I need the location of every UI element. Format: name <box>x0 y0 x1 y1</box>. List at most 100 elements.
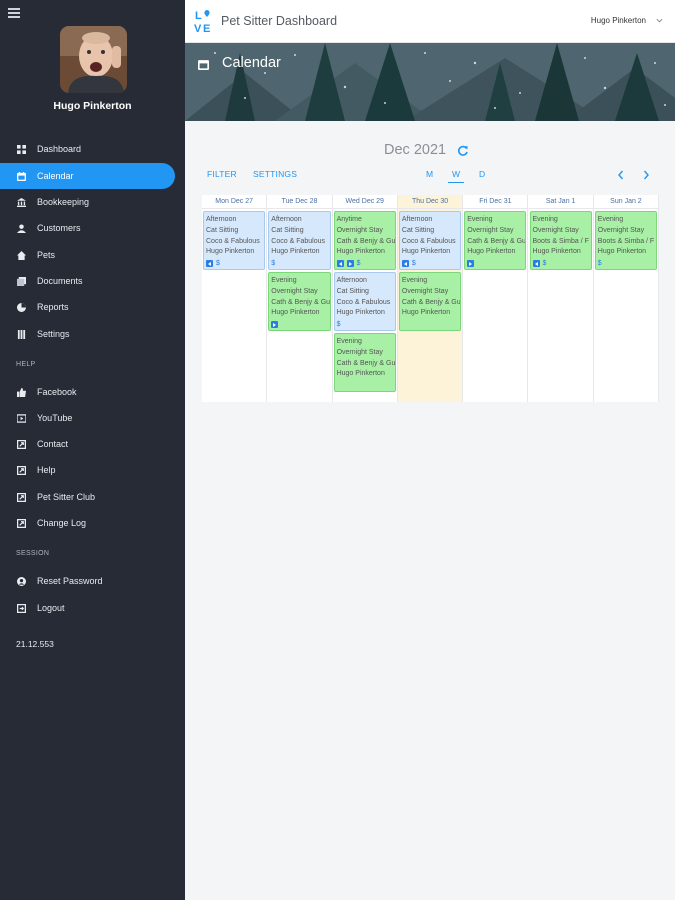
chevron-down-icon <box>656 18 663 23</box>
sidebar-item-youtube[interactable]: YouTube <box>0 405 175 431</box>
event-time: Evening <box>467 216 493 223</box>
payment-icon: $ <box>542 259 547 267</box>
check-in-icon[interactable] <box>271 321 279 329</box>
view-day-button[interactable]: D <box>479 169 485 179</box>
sidebar-item-change-log[interactable]: Change Log <box>0 510 175 536</box>
sidebar-item-documents[interactable]: Documents <box>0 268 175 294</box>
event-pets: Coco & Fabulous <box>206 237 260 245</box>
app-version: 21.12.553 <box>16 639 54 649</box>
page-title: Calendar <box>222 55 281 71</box>
event-time: Afternoon <box>336 277 367 284</box>
help-section-label: HELP <box>16 361 36 368</box>
refresh-icon[interactable] <box>457 145 469 157</box>
hamburger-menu-icon[interactable] <box>8 8 20 18</box>
user-menu[interactable]: Hugo Pinkerton <box>591 16 663 25</box>
event-icons: $ <box>337 320 393 329</box>
calendar-event[interactable]: Anytime Overnight Stay Cath & Benjy & Gu Hu… <box>333 211 396 270</box>
sliders-icon <box>16 329 26 339</box>
view-week-button[interactable]: W <box>448 169 465 183</box>
calendar-event[interactable]: Afternoon Cat Sitting Coco & Fabulous Hugo … <box>268 211 331 270</box>
day-column[interactable]: Tue Dec 28 Afternoon Cat Sitting Coco & Fab… <box>267 195 333 402</box>
page-banner: Calendar <box>185 43 675 121</box>
sidebar-item-settings[interactable]: Settings <box>0 321 175 347</box>
day-column[interactable]: Fri Dec 31 Evening Overnight Stay Cath & Be… <box>463 195 529 402</box>
sidebar-item-dashboard[interactable]: Dashboard <box>0 136 175 162</box>
next-week-icon[interactable] <box>641 169 651 181</box>
event-sitter: Hugo Pinkerton <box>336 248 385 256</box>
sidebar-item-pets[interactable]: Pets <box>0 242 175 268</box>
day-column[interactable]: Thu Dec 30 Afternoon Cat Sitting Coco & Fab… <box>397 195 464 402</box>
day-column[interactable]: Sun Jan 2 Evening Overnight Stay Boots & Si… <box>593 195 660 402</box>
avatar[interactable] <box>60 26 127 93</box>
calendar-event[interactable]: Evening Overnight Stay Cath & Benjy & Gu Hu… <box>268 272 331 331</box>
day-column[interactable]: Mon Dec 27 Afternoon Cat Sitting Coco & Fab… <box>202 195 268 402</box>
sidebar-item-reports[interactable]: Reports <box>0 294 175 320</box>
sidebar-item-label: Bookkeeping <box>37 197 90 207</box>
sidebar-item-calendar[interactable]: Calendar <box>0 163 175 189</box>
view-month-button[interactable]: M <box>426 169 433 179</box>
check-out-icon[interactable] <box>401 260 409 268</box>
event-pets: Coco & Fabulous <box>336 298 391 306</box>
calendar-event[interactable]: Afternoon Cat Sitting Coco & Fabulous Hugo … <box>398 211 462 270</box>
sidebar-item-label: Help <box>37 465 56 475</box>
sidebar-item-pet-sitter-club[interactable]: Pet Sitter Club <box>0 484 175 510</box>
event-pets: Cath & Benjy & Gu <box>336 359 396 367</box>
sidebar-item-help[interactable]: Help <box>0 457 175 483</box>
check-out-icon[interactable] <box>206 260 213 268</box>
sidebar-item-label: Dashboard <box>37 144 82 154</box>
thumbs-up-icon <box>16 387 26 397</box>
event-pets: Boots & Simba / F <box>532 237 589 245</box>
sidebar-item-reset-password[interactable]: Reset Password <box>0 568 175 594</box>
calendar-event[interactable]: Evening Overnight Stay Boots & Simba / F Hu… <box>594 211 658 270</box>
bank-icon <box>16 197 26 207</box>
filter-button[interactable]: FILTER <box>207 169 237 179</box>
check-in-icon[interactable] <box>467 260 475 268</box>
app-logo[interactable]: L V E <box>194 8 213 35</box>
sidebar-item-label: Reports <box>37 302 69 312</box>
check-out-icon[interactable] <box>336 260 344 268</box>
calendar-event[interactable]: Afternoon Cat Sitting Coco & Fabulous Hugo … <box>203 211 266 270</box>
event-service: Overnight Stay <box>336 226 383 234</box>
event-time: Evening <box>597 216 624 223</box>
event-time: Evening <box>532 216 558 223</box>
day-header: Fri Dec 31 <box>463 195 528 209</box>
event-icons: $ <box>336 259 393 268</box>
event-sitter: Hugo Pinkerton <box>271 248 320 256</box>
user-menu-name: Hugo Pinkerton <box>590 16 646 25</box>
day-column[interactable]: Wed Dec 29 Anytime Overnight Stay Cath & Be… <box>332 195 398 402</box>
house-icon <box>16 250 26 260</box>
event-time: Afternoon <box>271 216 302 223</box>
sidebar-item-logout[interactable]: Logout <box>0 595 175 621</box>
event-sitter: Hugo Pinkerton <box>271 309 320 317</box>
calendar-event[interactable]: Afternoon Cat Sitting Coco & Fabulous Hugo … <box>333 272 396 331</box>
sidebar: Hugo Pinkerton Dashboard Calendar Bookke… <box>0 0 185 900</box>
calendar-icon <box>198 60 209 70</box>
event-pets: Cath & Benjy & Gu <box>467 237 526 245</box>
settings-button[interactable]: SETTINGS <box>253 169 297 179</box>
event-sitter: Hugo Pinkerton <box>401 309 451 317</box>
calendar-event[interactable]: Evening Overnight Stay Cath & Benjy & Gu Hu… <box>398 272 462 331</box>
check-in-icon[interactable] <box>346 260 354 268</box>
person-icon <box>16 223 26 233</box>
calendar-event[interactable]: Evening Overnight Stay Cath & Benjy & Gu Hu… <box>333 333 396 392</box>
svg-text:L: L <box>195 10 202 22</box>
event-service: Overnight Stay <box>597 226 645 234</box>
sidebar-item-label: Reset Password <box>37 576 103 586</box>
event-time: Anytime <box>336 216 362 223</box>
sidebar-item-contact[interactable]: Contact <box>0 431 175 457</box>
event-pets: Coco & Fabulous <box>271 237 325 245</box>
chart-icon <box>16 302 26 312</box>
payment-icon: $ <box>356 259 361 267</box>
day-column[interactable]: Sat Jan 1 Evening Overnight Stay Boots & Si… <box>528 195 594 402</box>
previous-week-icon[interactable] <box>616 169 626 181</box>
check-out-icon[interactable] <box>532 260 540 268</box>
day-header: Thu Dec 30 <box>397 195 463 209</box>
sidebar-item-facebook[interactable]: Facebook <box>0 379 175 405</box>
calendar-event[interactable]: Evening Overnight Stay Cath & Benjy & Gu Hu… <box>464 211 527 270</box>
top-bar: L V E Pet Sitter Dashboard Hugo Pinkerto… <box>185 0 675 43</box>
sidebar-item-customers[interactable]: Customers <box>0 215 175 241</box>
calendar-event[interactable]: Evening Overnight Stay Boots & Simba / F Hu… <box>529 211 592 270</box>
event-time: Evening <box>271 277 297 284</box>
payment-icon: $ <box>336 320 341 328</box>
sidebar-item-bookkeeping[interactable]: Bookkeeping <box>0 189 175 215</box>
